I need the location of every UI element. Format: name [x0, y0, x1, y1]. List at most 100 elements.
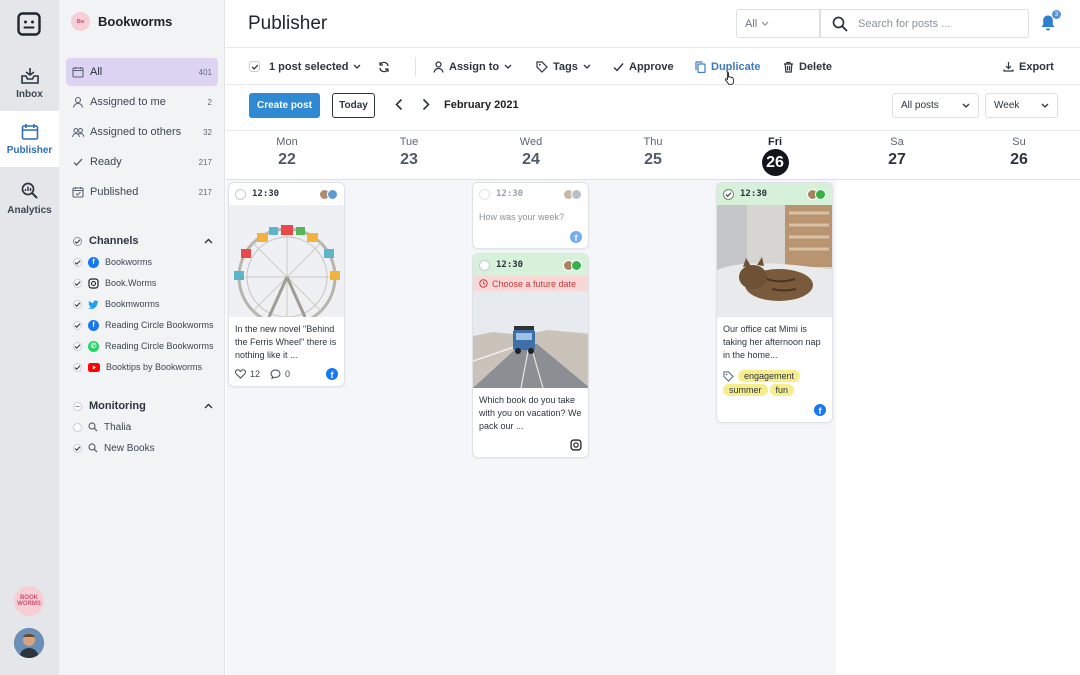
- sidebar-item-assigned-to-me[interactable]: Assigned to me 2: [66, 88, 218, 116]
- app-logo-icon[interactable]: [17, 12, 41, 36]
- post-card[interactable]: 12:30 In the new novel "Behind the Ferri…: [228, 182, 345, 387]
- chevron-right-icon[interactable]: [422, 98, 430, 111]
- approve-button[interactable]: Approve: [613, 48, 674, 85]
- monitoring-section-header[interactable]: Monitoring: [73, 400, 213, 412]
- sidebar-item-assigned-to-others[interactable]: Assigned to others 32: [66, 118, 218, 146]
- day-slot[interactable]: [836, 180, 958, 675]
- filter-value: All: [745, 17, 758, 30]
- chevron-up-icon[interactable]: [204, 403, 213, 409]
- day-column-thu[interactable]: Thu 25: [592, 131, 714, 675]
- sidebar-item-ready[interactable]: Ready 217: [66, 148, 218, 176]
- channel-item[interactable]: f Bookworms: [73, 253, 223, 271]
- channel-item[interactable]: Bookmworms: [73, 295, 223, 313]
- monitoring-item-checkbox[interactable]: [73, 443, 82, 453]
- workspace-header[interactable]: Bw Bookworms: [71, 12, 172, 31]
- ferris-wheel-image: [229, 205, 344, 317]
- today-button[interactable]: Today: [332, 93, 375, 118]
- day-header: Wed 24: [470, 131, 592, 180]
- rail-publisher[interactable]: Publisher: [0, 111, 59, 167]
- search-icon: [832, 16, 848, 32]
- post-time: 12:30: [740, 189, 768, 199]
- channel-label: Reading Circle Bookworms: [105, 320, 214, 330]
- channel-checkbox[interactable]: [73, 257, 82, 267]
- channel-checkbox[interactable]: [73, 341, 82, 351]
- sidebar-item-label: Published: [90, 186, 139, 198]
- post-card[interactable]: 12:30 Choose a future date Which book do…: [472, 253, 589, 458]
- post-checkbox[interactable]: [235, 188, 246, 200]
- tag-chip[interactable]: fun: [769, 384, 795, 397]
- day-column-mon[interactable]: Mon 22 12:30 In the new novel "Behind th…: [226, 131, 348, 675]
- sidebar-item-all[interactable]: All 401: [66, 58, 218, 86]
- monitoring-item[interactable]: Thalia: [73, 418, 223, 436]
- monitoring-item[interactable]: New Books: [73, 439, 223, 457]
- post-checkbox[interactable]: [479, 188, 490, 200]
- day-column-sun[interactable]: Su 26: [958, 131, 1080, 675]
- channel-item[interactable]: Booktips by Bookworms: [73, 358, 223, 376]
- tag-chip[interactable]: summer: [723, 384, 768, 397]
- post-time: 12:30: [252, 189, 280, 199]
- day-slot[interactable]: [592, 180, 714, 675]
- channel-item[interactable]: f Reading Circle Bookworms: [73, 316, 223, 334]
- post-checkbox[interactable]: [723, 188, 734, 200]
- post-card[interactable]: 12:30 How was your week? f: [472, 182, 589, 249]
- rail-inbox[interactable]: Inbox: [0, 55, 59, 111]
- view-select[interactable]: Week: [985, 93, 1058, 118]
- channel-checkbox[interactable]: [73, 299, 82, 309]
- channel-checkbox[interactable]: [73, 320, 82, 330]
- week-calendar: Mon 22 12:30 In the new novel "Behind th…: [226, 131, 1080, 675]
- assign-to-button[interactable]: Assign to: [433, 48, 512, 85]
- check-icon: [73, 158, 83, 166]
- likes-count: 12: [250, 369, 261, 379]
- channels-checkbox[interactable]: [73, 236, 82, 246]
- sidebar-item-label: Assigned to me: [90, 96, 166, 108]
- sidebar-item-label: Assigned to others: [90, 126, 182, 138]
- delete-button[interactable]: Delete: [783, 48, 832, 85]
- clock-alert-icon: [479, 279, 488, 288]
- create-post-button[interactable]: Create post: [249, 93, 320, 118]
- sidebar-item-published[interactable]: Published 217: [66, 178, 218, 206]
- monitoring-item-checkbox[interactable]: [73, 422, 82, 432]
- channel-item[interactable]: ✆ Reading Circle Bookworms: [73, 337, 223, 355]
- day-slot[interactable]: [958, 180, 1080, 675]
- rail-analytics[interactable]: Analytics: [0, 170, 59, 226]
- cat-image: [717, 205, 832, 317]
- export-button[interactable]: Export: [1003, 48, 1054, 85]
- post-checkbox[interactable]: [479, 259, 490, 271]
- posts-filter-select[interactable]: All posts: [892, 93, 979, 118]
- search-input[interactable]: Search for posts ...: [819, 9, 1029, 38]
- tag-chip[interactable]: engagement: [738, 370, 801, 382]
- day-column-sat[interactable]: Sa 27: [836, 131, 958, 675]
- selection-dropdown[interactable]: 1 post selected: [249, 48, 361, 85]
- channel-checkbox[interactable]: [73, 278, 82, 288]
- copy-icon: [695, 60, 706, 73]
- day-header: Sa 27: [836, 131, 958, 180]
- refresh-button[interactable]: [378, 48, 390, 85]
- day-column-fri[interactable]: Fri 26 12:30 Our office cat Mimi is taki…: [714, 131, 836, 675]
- chevron-left-icon[interactable]: [395, 98, 403, 111]
- day-column-wed[interactable]: Wed 24 12:30 How was your week? f 12:30 …: [470, 131, 592, 675]
- day-slot[interactable]: [348, 180, 470, 675]
- network-filter-select[interactable]: All: [736, 9, 821, 38]
- day-header: Thu 25: [592, 131, 714, 180]
- day-date: 25: [644, 151, 662, 168]
- monitoring-checkbox[interactable]: [73, 401, 82, 411]
- brand-avatar[interactable]: BOOK WORMS: [14, 586, 44, 616]
- day-column-tue[interactable]: Tue 23: [348, 131, 470, 675]
- assignee-avatars: [563, 259, 582, 271]
- notifications-button[interactable]: 3: [1040, 10, 1061, 32]
- channel-item[interactable]: Book.Worms: [73, 274, 223, 292]
- assignee-avatars: [807, 188, 826, 200]
- tags-label: Tags: [553, 60, 578, 73]
- post-tags: engagement summer fun: [717, 368, 832, 400]
- user-avatar[interactable]: [14, 628, 44, 658]
- day-header-today: Fri 26: [714, 131, 836, 180]
- select-checkbox[interactable]: [249, 61, 260, 72]
- chevron-up-icon[interactable]: [204, 238, 213, 244]
- channels-section-header[interactable]: Channels: [73, 235, 213, 247]
- channel-label: Booktips by Bookworms: [106, 362, 203, 372]
- tags-button[interactable]: Tags: [536, 48, 591, 85]
- facebook-icon: f: [814, 404, 826, 417]
- chevron-down-icon: [504, 64, 512, 69]
- post-card-selected[interactable]: 12:30 Our office cat Mimi is taking her …: [716, 182, 833, 424]
- channel-checkbox[interactable]: [73, 362, 82, 372]
